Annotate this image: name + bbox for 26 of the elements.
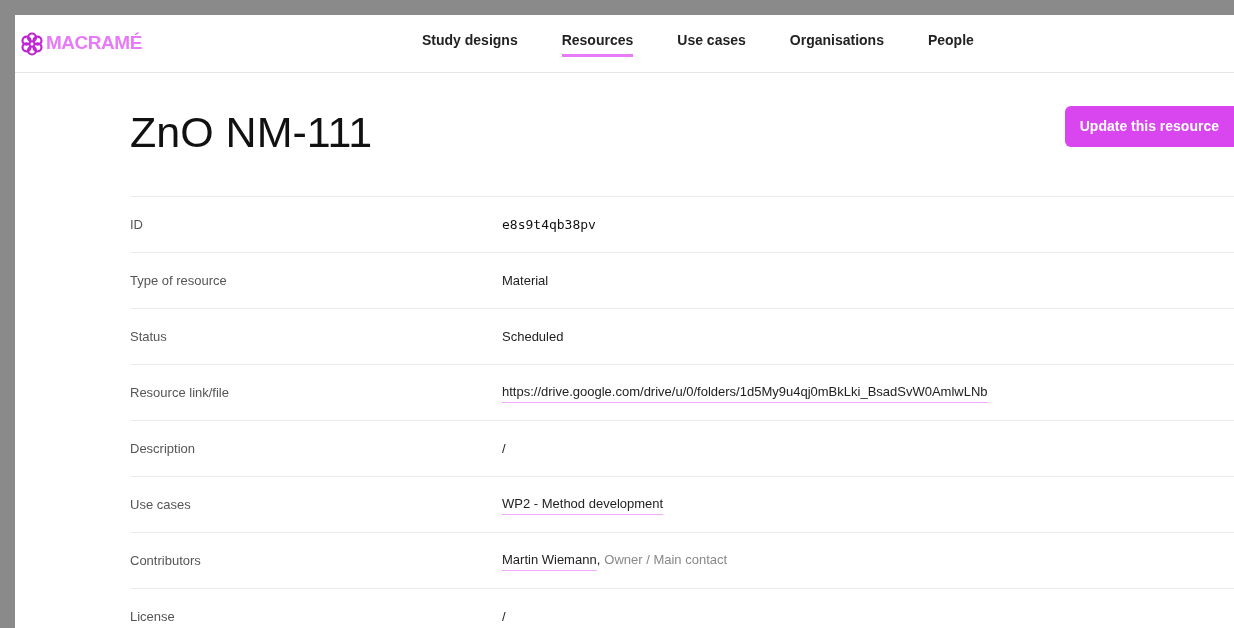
nav-tab[interactable]: Use cases: [677, 30, 746, 57]
field-label: Description: [130, 439, 197, 458]
value-link[interactable]: WP2 - Method development: [502, 494, 664, 515]
field-value: /: [502, 607, 506, 626]
comma: ,: [596, 551, 601, 570]
brand-name: MACRAMÉ: [46, 31, 142, 56]
nav-tab[interactable]: People: [927, 30, 974, 57]
id-value: e8s9t4qb38pv: [502, 215, 596, 234]
field-value: Material: [502, 271, 549, 290]
field-value: Scheduled: [502, 327, 564, 346]
field-label: License: [130, 607, 176, 626]
field-value: /: [502, 439, 506, 458]
value-link[interactable]: https://drive.google.com/drive/u/0/folders/1d5My9u4qj0mBkLki_BsadSvW0AmlwLNb: [502, 382, 988, 403]
nav-tab[interactable]: Organisations: [789, 30, 884, 57]
contributor-link[interactable]: Martin Wiemann: [502, 550, 597, 571]
field-label: Use cases: [130, 495, 192, 514]
page-title: ZnO NM-111: [130, 106, 373, 158]
nav-tab[interactable]: Resources: [561, 30, 634, 57]
field-label: Status: [130, 327, 168, 346]
field-label: Type of resource: [130, 271, 228, 290]
field-label: ID: [130, 215, 144, 234]
field-label: Resource link/file: [130, 383, 230, 402]
nav-tab[interactable]: Study designs: [422, 30, 518, 57]
contributor-role: Owner / Main contact: [604, 551, 728, 570]
field-label: Contributors: [130, 551, 202, 570]
flower-logo-icon: [20, 31, 44, 56]
